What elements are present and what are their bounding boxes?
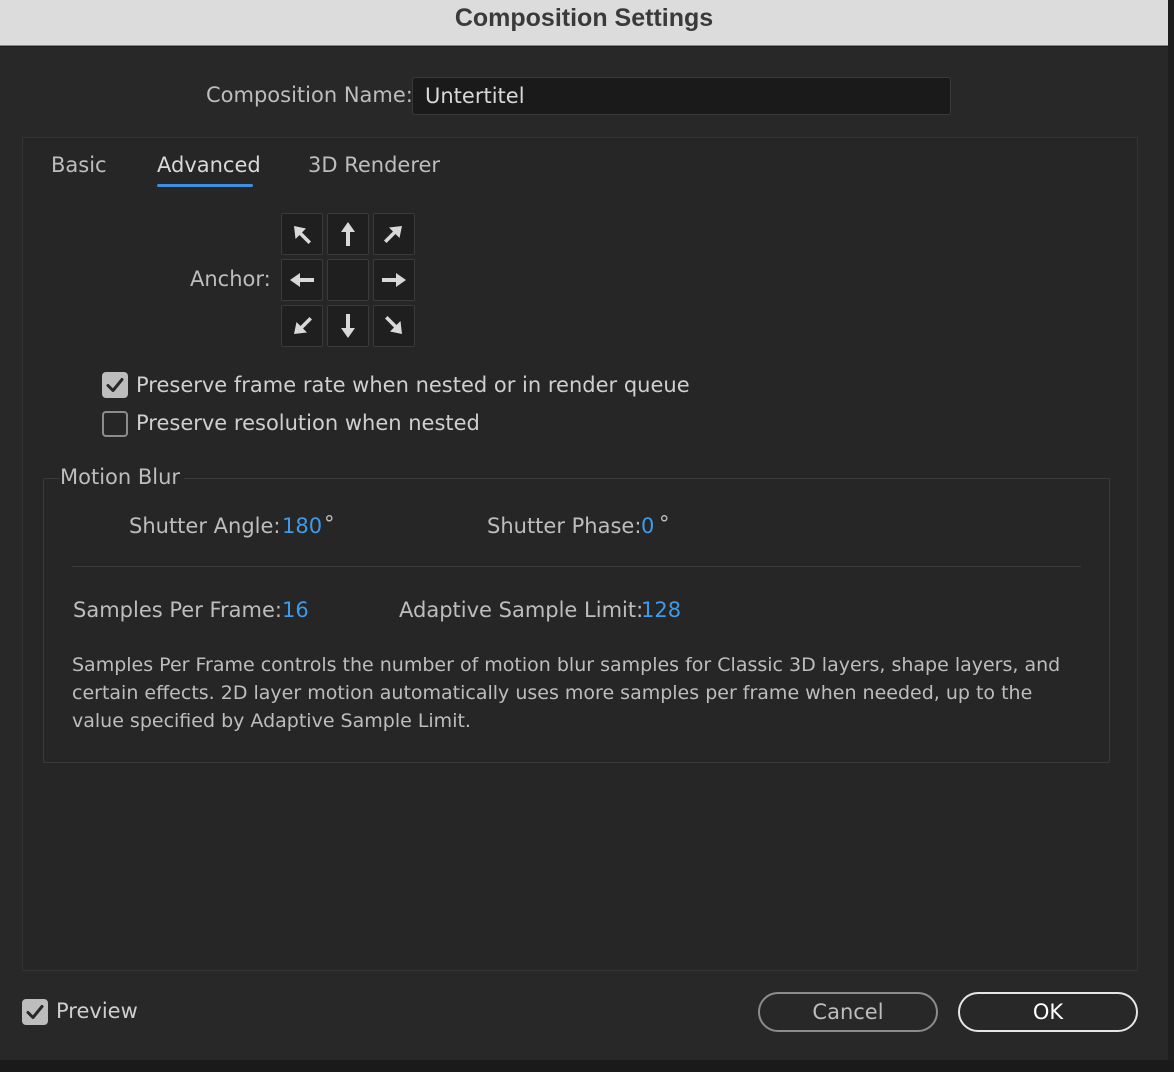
anchor-label: Anchor: (190, 267, 271, 291)
anchor-bottom-right-button[interactable] (373, 305, 415, 347)
shutter-angle-unit: ° (324, 512, 335, 536)
shutter-angle-label: Shutter Angle: (129, 514, 281, 538)
motion-blur-description: Samples Per Frame controls the number of… (72, 654, 1061, 732)
arrow-up-icon (341, 222, 355, 246)
motion-blur-divider (72, 566, 1081, 567)
adaptive-sample-limit-label: Adaptive Sample Limit: (399, 598, 644, 622)
anchor-bottom-left-button[interactable] (281, 305, 323, 347)
preserve-resolution-checkbox[interactable] (102, 411, 128, 437)
checkmark-icon (106, 378, 124, 392)
anchor-bottom-button[interactable] (327, 305, 369, 347)
tab-basic[interactable]: Basic (51, 153, 107, 177)
preserve-resolution-label: Preserve resolution when nested (136, 411, 480, 435)
anchor-grid (281, 213, 415, 347)
composition-settings-dialog: Composition Name: Basic Advanced 3D Rend… (0, 47, 1168, 1060)
active-tab-indicator (157, 184, 253, 187)
samples-per-frame-value[interactable]: 16 (282, 598, 309, 622)
composition-name-input[interactable] (412, 77, 951, 115)
anchor-top-button[interactable] (327, 213, 369, 255)
shutter-phase-value[interactable]: 0 (641, 514, 654, 538)
preview-checkbox[interactable] (22, 999, 48, 1025)
arrow-up-right-icon (384, 226, 402, 243)
anchor-center-button[interactable] (327, 259, 369, 301)
tab-advanced[interactable]: Advanced (157, 153, 261, 177)
anchor-left-button[interactable] (281, 259, 323, 301)
background-window-edge (1168, 0, 1174, 1072)
ok-button[interactable]: OK (958, 992, 1138, 1032)
checkmark-icon (26, 1005, 44, 1019)
tab-3d-renderer[interactable]: 3D Renderer (308, 153, 440, 177)
samples-per-frame-label: Samples Per Frame: (73, 598, 283, 622)
composition-name-label: Composition Name: (206, 83, 413, 107)
shutter-angle-value[interactable]: 180 (282, 514, 322, 538)
cancel-button[interactable]: Cancel (758, 992, 938, 1032)
arrow-left-icon (290, 273, 314, 287)
arrow-down-left-icon (294, 317, 312, 334)
anchor-top-right-button[interactable] (373, 213, 415, 255)
anchor-top-left-button[interactable] (281, 213, 323, 255)
preserve-frame-rate-label: Preserve frame rate when nested or in re… (136, 373, 690, 397)
shutter-phase-unit: ° (659, 512, 670, 536)
window-title: Composition Settings (454, 4, 714, 32)
preserve-frame-rate-checkbox[interactable] (102, 372, 128, 398)
background-window-bottom (0, 1060, 1174, 1072)
anchor-right-button[interactable] (373, 259, 415, 301)
motion-blur-title: Motion Blur (60, 465, 185, 489)
arrow-up-left-icon (294, 226, 311, 244)
adaptive-sample-limit-value[interactable]: 128 (641, 598, 681, 622)
arrow-down-right-icon (385, 316, 402, 334)
preview-label: Preview (56, 999, 138, 1023)
arrow-right-icon (382, 273, 406, 287)
shutter-phase-label: Shutter Phase: (487, 514, 642, 538)
title-bar: Composition Settings (0, 0, 1168, 46)
arrow-down-icon (341, 314, 355, 338)
